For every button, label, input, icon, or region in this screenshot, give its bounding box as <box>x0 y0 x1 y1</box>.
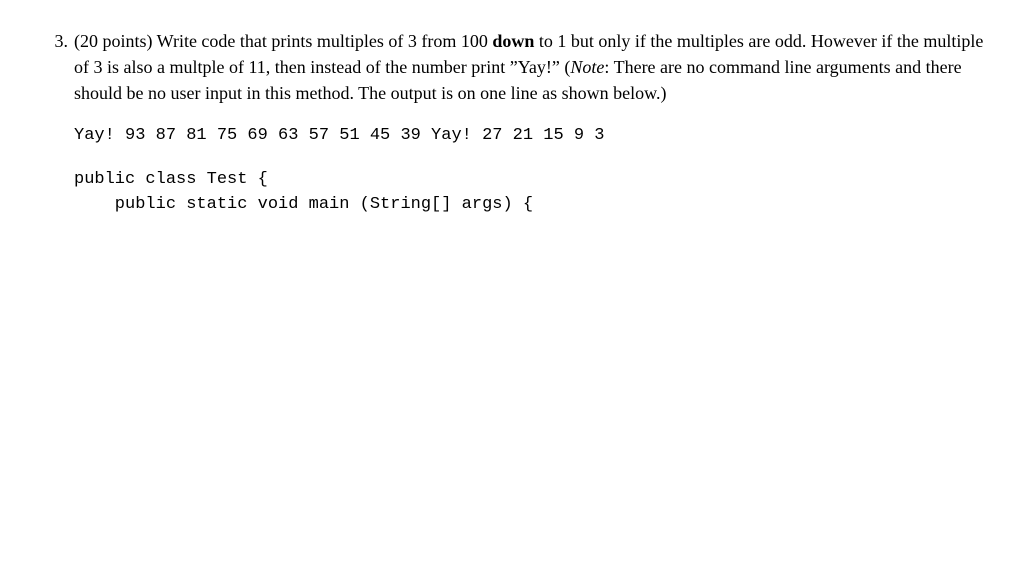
code-stub: public class Test { public static void m… <box>74 167 984 218</box>
problem-statement: (20 points) Write code that prints multi… <box>74 28 984 106</box>
statement-text-1: Write code that prints multiples of 3 fr… <box>153 31 493 51</box>
note-label: Note <box>570 57 604 77</box>
problem-body: (20 points) Write code that prints multi… <box>74 28 984 218</box>
exam-problem: 3. (20 points) Write code that prints mu… <box>40 28 984 218</box>
points-label: (20 points) <box>74 31 153 51</box>
problem-number: 3. <box>40 28 68 54</box>
code-line-2: public static void main (String[] args) … <box>74 195 533 214</box>
code-line-1: public class Test { <box>74 170 268 189</box>
expected-output: Yay! 93 87 81 75 69 63 57 51 45 39 Yay! … <box>74 124 984 149</box>
bold-down: down <box>492 31 534 51</box>
